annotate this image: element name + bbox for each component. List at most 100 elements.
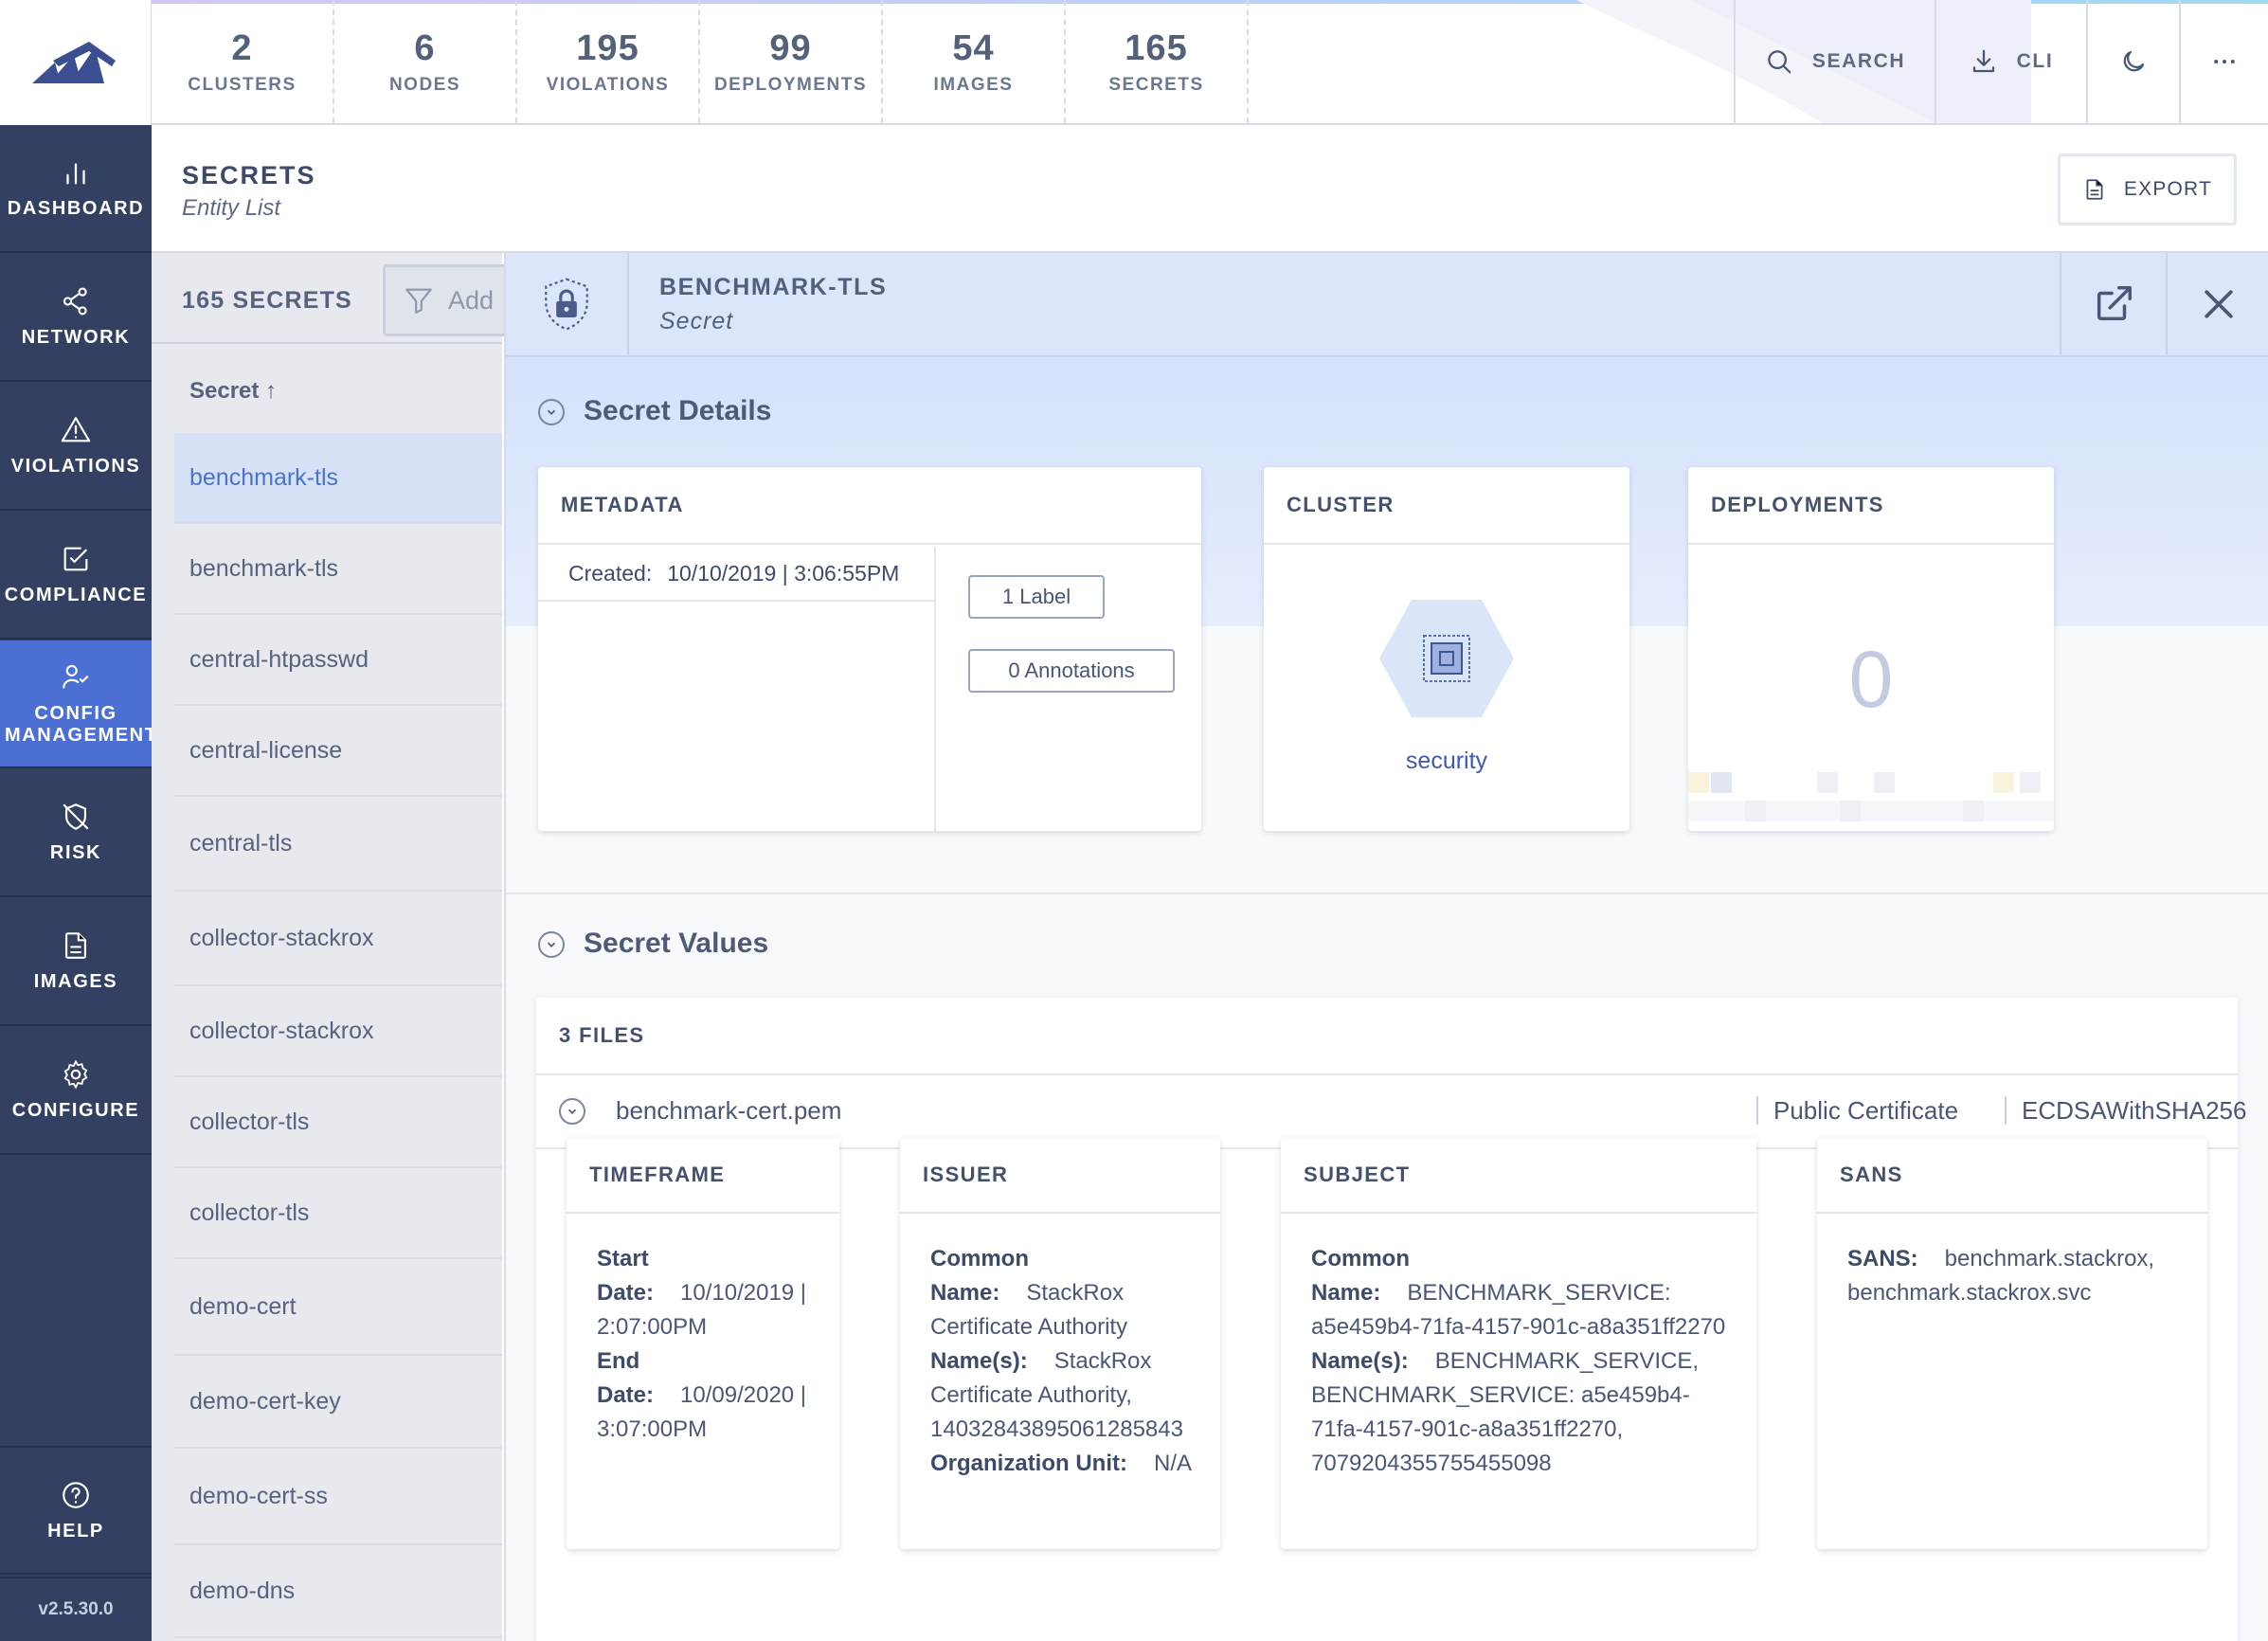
version-label: v2.5.30.0: [0, 1577, 152, 1641]
file-name: benchmark-cert.pem: [616, 1096, 842, 1125]
stat-value: 2: [231, 27, 253, 68]
table-row[interactable]: benchmark-tls: [174, 524, 502, 615]
stat-images[interactable]: 54 IMAGES: [883, 0, 1066, 123]
cli-download-button[interactable]: CLI: [1935, 0, 2086, 123]
table-row[interactable]: collector-tls: [174, 1168, 502, 1259]
search-icon: [1768, 50, 1791, 74]
table-row[interactable]: demo-cert-ss: [174, 1449, 502, 1545]
metadata-header: METADATA: [538, 467, 1201, 545]
created-label: Created:: [568, 560, 653, 586]
shield-off-icon: [63, 803, 89, 830]
secret-details-title: Secret Details: [584, 395, 772, 426]
chevron-down-icon: [547, 942, 556, 947]
cluster-card: CLUSTER security: [1264, 467, 1629, 831]
nav-network[interactable]: NETWORK: [0, 254, 152, 382]
file-algorithm: ECDSAWithSHA256: [2005, 1096, 2246, 1125]
collapse-toggle[interactable]: [559, 1098, 585, 1125]
metadata-card: METADATA Created: 10/10/2019 | 3:06:55PM…: [538, 467, 1201, 831]
stat-violations[interactable]: 195 VIOLATIONS: [517, 0, 700, 123]
nav-label: CONFIGURE: [11, 1100, 140, 1121]
chevron-down-icon: [547, 409, 556, 415]
check-square-icon: [63, 547, 88, 571]
section-divider: [506, 893, 2268, 894]
cli-label: CLI: [2016, 50, 2054, 72]
issuer-org-unit-value: N/A: [1153, 1451, 1192, 1476]
stackrox-logo[interactable]: [0, 0, 152, 125]
detail-subtitle: Secret: [659, 308, 734, 334]
sans-header: SANS: [1817, 1138, 2207, 1214]
nav-compliance[interactable]: COMPLIANCE: [0, 512, 152, 640]
column-header-secret[interactable]: Secret ↑: [189, 378, 277, 405]
stat-nodes[interactable]: 6 NODES: [334, 0, 517, 123]
close-icon: [2205, 290, 2233, 318]
nav-label: HELP: [47, 1520, 104, 1542]
page-title: SECRETS: [182, 161, 316, 189]
filter-placeholder: Add: [448, 285, 495, 315]
user-check-icon: [63, 664, 89, 688]
share-icon: [63, 287, 87, 316]
stat-value: 165: [1125, 27, 1188, 68]
secrets-list: benchmark-tls benchmark-tls central-htpa…: [174, 433, 502, 1638]
search-button[interactable]: SEARCH: [1734, 0, 1935, 123]
issuer-header: ISSUER: [900, 1138, 1220, 1214]
table-row[interactable]: collector-tls: [174, 1077, 502, 1168]
table-row[interactable]: central-license: [174, 706, 502, 797]
filter-icon: [405, 288, 432, 314]
nav-config-management[interactable]: CONFIG MANAGEMENT: [0, 640, 158, 768]
labels-chip[interactable]: 1 Label: [968, 575, 1105, 619]
dark-mode-toggle[interactable]: [2086, 0, 2179, 123]
subject-names-label: Name(s):: [1311, 1348, 1409, 1374]
stat-deployments[interactable]: 99 DEPLOYMENTS: [700, 0, 883, 123]
page-subtitle: Entity List: [182, 195, 281, 221]
cluster-header: CLUSTER: [1264, 467, 1629, 545]
filter-input[interactable]: Add: [383, 264, 515, 336]
moon-icon: [2123, 50, 2145, 72]
detail-title: BENCHMARK-TLS: [659, 274, 888, 300]
nav-label: CONFIG MANAGEMENT: [5, 702, 158, 746]
issuer-common-name-label: Common Name:: [930, 1246, 1029, 1306]
export-button[interactable]: EXPORT: [2058, 153, 2237, 225]
stat-value: 6: [414, 27, 436, 68]
end-date-label: End Date:: [597, 1348, 655, 1408]
annotations-chip[interactable]: 0 Annotations: [968, 649, 1175, 693]
more-options-button[interactable]: [2179, 0, 2268, 123]
table-row[interactable]: demo-dns: [174, 1545, 502, 1638]
top-bar: 2 CLUSTERS 6 NODES 195 VIOLATIONS 99 DEP…: [152, 0, 2268, 125]
collapse-toggle[interactable]: [538, 931, 565, 958]
stat-value: 54: [952, 27, 995, 68]
more-horizontal-icon: [2214, 60, 2235, 63]
decorative-grid-pattern: [1688, 772, 2054, 821]
secret-detail-panel: BENCHMARK-TLS Secret Secret Details META…: [504, 253, 2268, 1641]
close-button[interactable]: [2166, 253, 2268, 355]
stat-label: DEPLOYMENTS: [713, 74, 868, 95]
bar-chart-icon: [66, 163, 85, 185]
nav-violations[interactable]: VIOLATIONS: [0, 383, 152, 511]
nav-images[interactable]: IMAGES: [0, 898, 152, 1026]
files-header: 3 FILES: [536, 998, 2238, 1075]
nav-dashboard[interactable]: DASHBOARD: [0, 125, 152, 253]
collapse-toggle[interactable]: [538, 399, 565, 425]
open-external-button[interactable]: [2060, 253, 2166, 355]
stat-secrets[interactable]: 165 SECRETS: [1066, 0, 1249, 123]
nav-label: COMPLIANCE: [4, 585, 148, 605]
subject-header: SUBJECT: [1281, 1138, 1756, 1214]
nav-risk[interactable]: RISK: [0, 769, 152, 897]
table-row[interactable]: demo-cert: [174, 1259, 502, 1356]
table-row[interactable]: central-htpasswd: [174, 615, 502, 706]
table-row[interactable]: demo-cert-key: [174, 1356, 502, 1449]
nav-configure[interactable]: CONFIGURE: [0, 1027, 152, 1155]
help-circle-icon: [63, 1481, 89, 1508]
list-header: 165 SECRETS Add: [152, 253, 515, 344]
chevron-down-icon: [567, 1109, 577, 1114]
table-row[interactable]: central-tls: [174, 797, 502, 892]
table-row[interactable]: collector-stackrox: [174, 986, 502, 1077]
issuer-org-unit-label: Organization Unit:: [930, 1451, 1127, 1476]
nav-help[interactable]: HELP: [0, 1446, 152, 1575]
table-row[interactable]: benchmark-tls: [174, 433, 502, 524]
secret-values-title: Secret Values: [584, 928, 769, 959]
cluster-name-link[interactable]: security: [1264, 748, 1629, 775]
stat-clusters[interactable]: 2 CLUSTERS: [152, 0, 334, 123]
detail-header: BENCHMARK-TLS Secret: [506, 253, 2268, 357]
warning-icon: [61, 417, 91, 442]
table-row[interactable]: collector-stackrox: [174, 892, 502, 986]
